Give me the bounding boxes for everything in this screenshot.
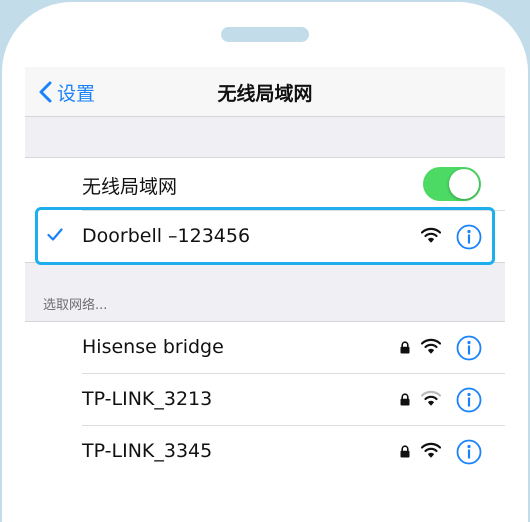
network-name: TP-LINK_3213 (82, 388, 213, 410)
nav-bar: 设置 无线局域网 (25, 67, 505, 117)
network-list: Hisense bridge TP-LINK_3213 TP-LINK_3345 (25, 321, 505, 476)
connected-network-highlight (35, 207, 495, 265)
lock-icon (400, 341, 410, 354)
network-row[interactable]: TP-LINK_3345 (25, 426, 505, 476)
section-header: 选取网络... (43, 298, 108, 313)
toggle-knob (449, 169, 479, 199)
info-icon[interactable] (456, 387, 482, 413)
network-row[interactable]: Hisense bridge (25, 322, 505, 374)
wifi-signal-icon (421, 442, 441, 458)
info-icon[interactable] (456, 439, 482, 465)
wifi-toggle-label: 无线局域网 (82, 176, 178, 198)
wifi-signal-icon (421, 390, 441, 406)
wifi-toggle-switch[interactable] (423, 167, 481, 201)
screen: 设置 无线局域网 无线局域网 Doorbell –123456 选取网络... … (25, 67, 505, 476)
phone-mockup: 设置 无线局域网 无线局域网 Doorbell –123456 选取网络... … (0, 0, 530, 522)
wifi-signal-icon (421, 338, 441, 354)
network-name: Hisense bridge (82, 336, 224, 358)
lock-icon (400, 445, 410, 458)
wifi-toggle-row: 无线局域网 (25, 158, 505, 210)
info-icon[interactable] (456, 335, 482, 361)
phone-speaker (221, 27, 309, 42)
lock-icon (400, 393, 410, 406)
page-title: 无线局域网 (217, 83, 313, 105)
network-row[interactable]: TP-LINK_3213 (25, 374, 505, 426)
network-name: TP-LINK_3345 (82, 440, 213, 462)
